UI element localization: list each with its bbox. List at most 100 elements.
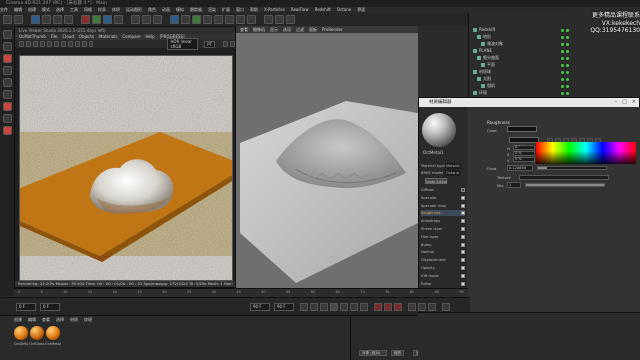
channel-row[interactable]: Roughness bbox=[421, 210, 465, 217]
menu-item[interactable]: RealFlow bbox=[291, 7, 309, 12]
live-select-icon[interactable] bbox=[31, 15, 40, 24]
object-row[interactable]: 细分曲面 bbox=[477, 55, 499, 61]
channel-row[interactable]: Sheen layer bbox=[421, 226, 465, 232]
material-type-select[interactable]: Metallic bbox=[445, 163, 461, 169]
channel-checkbox[interactable] bbox=[461, 195, 465, 200]
visibility-dot-icon[interactable] bbox=[561, 56, 564, 60]
visibility-dot-icon[interactable] bbox=[561, 28, 564, 32]
end-frame-field[interactable]: 90 F bbox=[250, 303, 270, 311]
object-row[interactable]: PLANE bbox=[473, 48, 492, 54]
menu-item[interactable]: 网格 bbox=[84, 7, 92, 12]
render-dot-icon[interactable] bbox=[566, 28, 569, 32]
editor-viewport[interactable]: 查看 摄像机 显示 选项 过滤 面板 ProRender bbox=[236, 26, 418, 288]
menu-item[interactable]: 窗口 bbox=[236, 7, 244, 12]
render-dot-icon[interactable] bbox=[566, 91, 569, 95]
render-dot-icon[interactable] bbox=[566, 84, 569, 88]
menu-item[interactable]: 文件 bbox=[0, 7, 8, 12]
mix-field[interactable]: 1 bbox=[507, 182, 521, 188]
menu-item[interactable]: 模式 bbox=[42, 7, 50, 12]
channel-checkbox[interactable] bbox=[461, 203, 465, 208]
viewport-menu-item[interactable]: 过滤 bbox=[296, 27, 304, 32]
scale-mode-select[interactable]: 缩放 bbox=[391, 350, 405, 356]
render-dot-icon[interactable] bbox=[566, 35, 569, 39]
channel-row[interactable]: Diffuse bbox=[421, 187, 465, 193]
move-icon[interactable] bbox=[42, 15, 51, 24]
live-viewer-menu-item[interactable]: OcMatThumb bbox=[19, 34, 46, 39]
channel-checkbox[interactable] bbox=[461, 273, 465, 278]
menu-item[interactable]: 工具 bbox=[70, 7, 78, 12]
channel-checkbox[interactable] bbox=[461, 250, 465, 255]
brdf-row[interactable]: BRDF model Octane bbox=[421, 170, 465, 176]
node-editor-button[interactable]: Node Editor bbox=[425, 178, 447, 184]
channel-checkbox[interactable] bbox=[461, 281, 465, 286]
stop-render-icon[interactable] bbox=[39, 41, 45, 47]
pick-material-icon[interactable] bbox=[53, 41, 59, 47]
channel-row[interactable]: Bump bbox=[421, 242, 465, 248]
start-frame-field[interactable]: 0 F bbox=[16, 303, 36, 311]
menu-item[interactable]: 扩展 bbox=[222, 7, 230, 12]
menu-item[interactable]: 选择 bbox=[56, 7, 64, 12]
channel-checkbox[interactable] bbox=[461, 266, 465, 270]
clay-mode-icon[interactable] bbox=[74, 41, 80, 47]
viewport-menu-item[interactable]: 选项 bbox=[283, 27, 291, 32]
material-thumbnail[interactable] bbox=[30, 326, 44, 340]
object-row[interactable]: 太阳 bbox=[477, 76, 491, 82]
x-axis-icon[interactable] bbox=[81, 15, 90, 24]
material-preview-sphere[interactable] bbox=[422, 113, 456, 147]
visibility-dot-icon[interactable] bbox=[561, 70, 564, 74]
viewport-menu-item[interactable]: 面板 bbox=[309, 27, 317, 32]
render-dot-icon[interactable] bbox=[566, 42, 569, 46]
kernel-select[interactable]: PT bbox=[204, 40, 216, 48]
menu-item[interactable]: 体积 bbox=[112, 7, 120, 12]
menu-item[interactable]: Octane bbox=[337, 7, 351, 12]
hsv-field[interactable]: 0 % bbox=[513, 157, 535, 162]
live-viewer-menu-item[interactable]: Help bbox=[146, 34, 155, 39]
visibility-dot-icon[interactable] bbox=[561, 49, 564, 53]
zoom-icon[interactable] bbox=[230, 41, 235, 47]
scale-key-icon[interactable] bbox=[418, 303, 426, 311]
object-row[interactable]: 相机 bbox=[481, 83, 495, 89]
preview-end-field[interactable]: 90 F bbox=[274, 303, 294, 311]
float-field[interactable]: 0.124604 bbox=[507, 165, 533, 171]
channel-checkbox[interactable] bbox=[461, 234, 465, 239]
focus-picker-icon[interactable] bbox=[81, 41, 87, 47]
hdr-select[interactable]: HDR linear sRGB bbox=[167, 38, 199, 50]
channel-checkbox[interactable] bbox=[461, 188, 465, 192]
channel-row[interactable]: Anisotropy bbox=[421, 218, 465, 224]
cloner-icon[interactable] bbox=[203, 15, 212, 24]
render-dot-icon[interactable] bbox=[566, 77, 569, 81]
live-viewer-menu-item[interactable]: Compare bbox=[122, 34, 140, 39]
menu-item[interactable]: 样条 bbox=[98, 7, 106, 12]
redshift-icon[interactable] bbox=[275, 15, 284, 24]
minimize-icon[interactable]: – bbox=[615, 98, 618, 107]
channel-row[interactable]: Normal bbox=[421, 249, 465, 255]
save-image-icon[interactable] bbox=[67, 41, 73, 47]
coordinate-system-icon[interactable] bbox=[114, 15, 123, 24]
float-slider[interactable] bbox=[537, 166, 607, 170]
current-frame-field[interactable]: 0 F bbox=[40, 303, 60, 311]
points-mode-icon[interactable] bbox=[2, 66, 12, 75]
menu-item[interactable]: X-Particles bbox=[264, 7, 285, 12]
make-editable-icon[interactable] bbox=[2, 30, 12, 39]
render-dot-icon[interactable] bbox=[566, 56, 569, 60]
color-spectrum[interactable] bbox=[536, 142, 636, 164]
menu-item[interactable]: 创建 bbox=[28, 7, 36, 12]
region-render-icon[interactable] bbox=[46, 41, 52, 47]
prev-frame-icon[interactable] bbox=[320, 303, 328, 311]
material-manager-menu-item[interactable]: 纹理 bbox=[84, 317, 92, 322]
camera-icon[interactable] bbox=[236, 15, 245, 24]
play-icon[interactable] bbox=[330, 303, 338, 311]
channel-row[interactable]: Opacity bbox=[421, 265, 465, 271]
hsv-field[interactable]: 0 ° bbox=[513, 145, 535, 150]
goto-start-icon[interactable] bbox=[300, 303, 308, 311]
object-row[interactable]: 地形 bbox=[477, 34, 491, 40]
live-viewer-menu-item[interactable]: Cloud bbox=[62, 34, 73, 39]
live-viewer-menu-item[interactable]: File bbox=[51, 34, 58, 39]
material-manager-menu-item[interactable]: 编辑 bbox=[28, 317, 36, 322]
viewport-menu-item[interactable]: ProRender bbox=[322, 27, 343, 32]
channel-row[interactable]: Editor bbox=[421, 281, 465, 287]
object-row[interactable]: 环境 bbox=[473, 90, 487, 96]
channel-checkbox[interactable] bbox=[461, 211, 465, 216]
edges-mode-icon[interactable] bbox=[2, 78, 12, 87]
maximize-icon[interactable]: □ bbox=[622, 98, 627, 107]
